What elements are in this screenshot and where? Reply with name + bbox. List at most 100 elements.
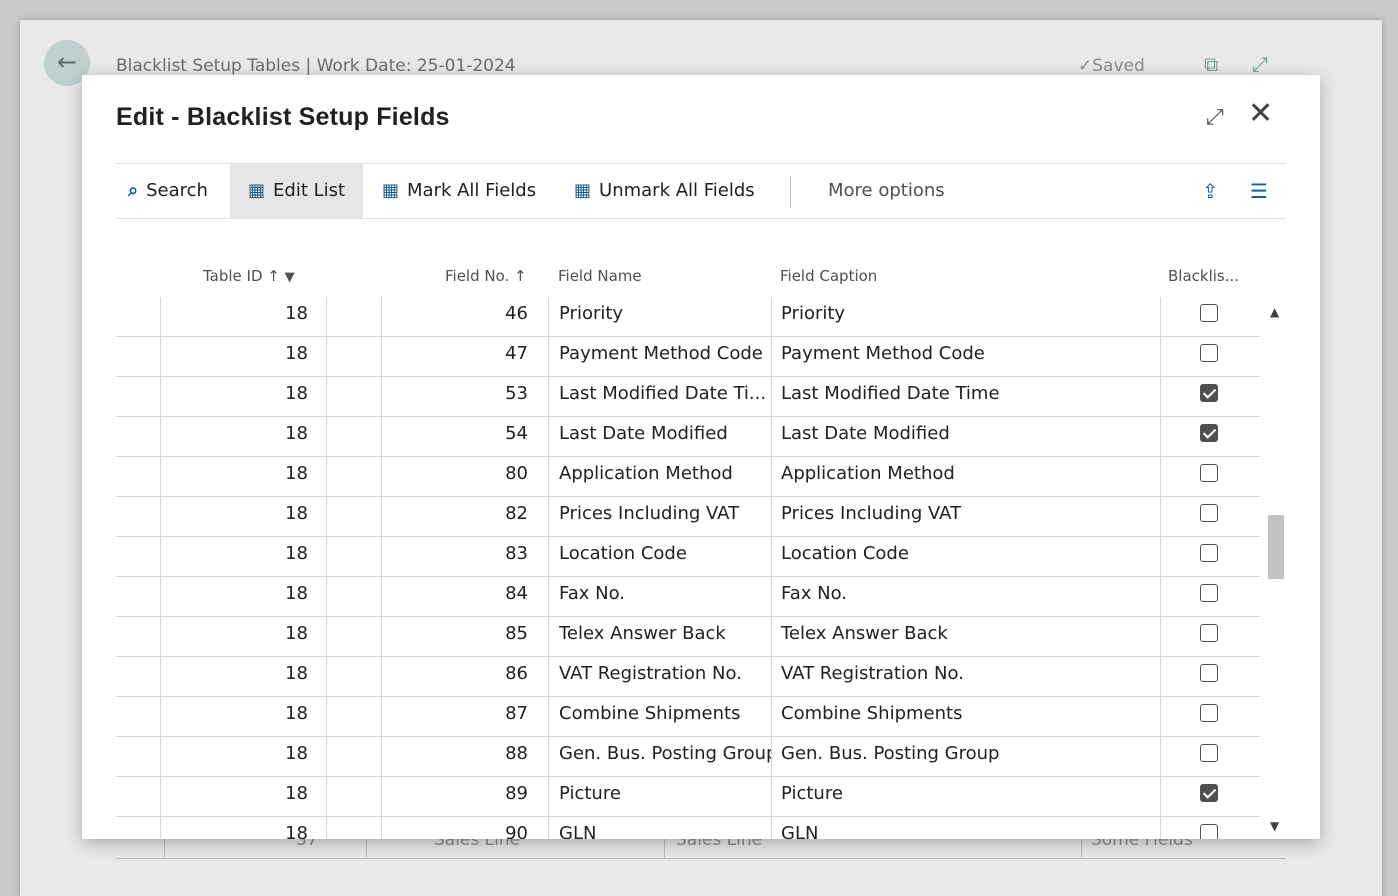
field-no-cell[interactable]: 86 <box>382 657 528 696</box>
field-caption-cell[interactable]: Telex Answer Back <box>781 617 1151 656</box>
table-row[interactable]: 18 86 VAT Registration No. VAT Registration… <box>116 657 1260 697</box>
column-header-field-caption[interactable]: Field Caption <box>780 267 877 285</box>
table-id-cell[interactable]: 18 <box>160 537 308 576</box>
table-id-cell[interactable]: 18 <box>160 737 308 776</box>
column-header-field-no[interactable]: Field No. ↑ <box>445 267 527 285</box>
column-header-field-name[interactable]: Field Name <box>558 267 642 285</box>
field-caption-cell[interactable]: Prices Including VAT <box>781 497 1151 536</box>
blacklisted-checkbox[interactable] <box>1200 784 1218 802</box>
field-caption-cell[interactable]: Last Date Modified <box>781 417 1151 456</box>
table-id-cell[interactable]: 18 <box>160 297 308 336</box>
blacklisted-checkbox[interactable] <box>1200 344 1218 362</box>
list-view-icon[interactable]: ☰ <box>1250 164 1268 218</box>
unmark-all-fields-button[interactable]: ▦ Unmark All Fields <box>574 164 755 218</box>
blacklisted-checkbox[interactable] <box>1200 384 1218 402</box>
table-id-cell[interactable]: 18 <box>160 337 308 376</box>
more-options-button[interactable]: More options <box>828 164 945 218</box>
field-name-cell[interactable]: Application Method <box>559 457 771 496</box>
field-name-cell[interactable]: Location Code <box>559 537 771 576</box>
field-name-cell[interactable]: VAT Registration No. <box>559 657 771 696</box>
field-no-cell[interactable]: 47 <box>382 337 528 376</box>
table-id-cell[interactable]: 18 <box>160 817 308 839</box>
field-caption-cell[interactable]: GLN <box>781 817 1151 839</box>
scroll-down-icon[interactable]: ▼ <box>1270 819 1279 833</box>
table-row[interactable]: 18 90 GLN GLN <box>116 817 1260 839</box>
search-button[interactable]: ⌕ Search <box>128 164 208 218</box>
table-row[interactable]: 18 46 Priority Priority <box>116 297 1260 337</box>
blacklisted-checkbox[interactable] <box>1200 464 1218 482</box>
field-no-cell[interactable]: 88 <box>382 737 528 776</box>
table-row[interactable]: 18 54 Last Date Modified Last Date Modified <box>116 417 1260 457</box>
field-name-cell[interactable]: Gen. Bus. Posting Group <box>559 737 771 776</box>
blacklisted-checkbox[interactable] <box>1200 624 1218 642</box>
table-id-cell[interactable]: 18 <box>160 657 308 696</box>
field-no-cell[interactable]: 53 <box>382 377 528 416</box>
field-name-cell[interactable]: Last Date Modified <box>559 417 771 456</box>
field-caption-cell[interactable]: Last Modified Date Time <box>781 377 1151 416</box>
field-name-cell[interactable]: Prices Including VAT <box>559 497 771 536</box>
table-id-cell[interactable]: 18 <box>160 457 308 496</box>
open-in-new-window-icon[interactable]: ⧉ <box>1204 52 1218 76</box>
field-caption-cell[interactable]: Combine Shipments <box>781 697 1151 736</box>
share-icon[interactable]: ⇪ <box>1202 164 1219 218</box>
field-no-cell[interactable]: 89 <box>382 777 528 816</box>
edit-list-button[interactable]: ▦ Edit List <box>230 164 364 218</box>
field-caption-cell[interactable]: Payment Method Code <box>781 337 1151 376</box>
field-name-cell[interactable]: Combine Shipments <box>559 697 771 736</box>
table-row[interactable]: 18 83 Location Code Location Code <box>116 537 1260 577</box>
field-name-cell[interactable]: Payment Method Code <box>559 337 771 376</box>
table-id-cell[interactable]: 18 <box>160 377 308 416</box>
field-caption-cell[interactable]: VAT Registration No. <box>781 657 1151 696</box>
blacklisted-checkbox[interactable] <box>1200 544 1218 562</box>
blacklisted-checkbox[interactable] <box>1200 504 1218 522</box>
field-name-cell[interactable]: Picture <box>559 777 771 816</box>
field-caption-cell[interactable]: Location Code <box>781 537 1151 576</box>
field-no-cell[interactable]: 46 <box>382 297 528 336</box>
field-caption-cell[interactable]: Application Method <box>781 457 1151 496</box>
table-row[interactable]: 18 85 Telex Answer Back Telex Answer Back <box>116 617 1260 657</box>
table-row[interactable]: 18 47 Payment Method Code Payment Method Co… <box>116 337 1260 377</box>
scroll-up-icon[interactable]: ▲ <box>1270 305 1279 319</box>
field-name-cell[interactable]: GLN <box>559 817 771 839</box>
table-row[interactable]: 18 80 Application Method Application Method <box>116 457 1260 497</box>
field-caption-cell[interactable]: Gen. Bus. Posting Group <box>781 737 1151 776</box>
column-header-table-id[interactable]: Table ID ↑ ▼ <box>203 267 295 285</box>
field-caption-cell[interactable]: Picture <box>781 777 1151 816</box>
blacklisted-checkbox[interactable] <box>1200 584 1218 602</box>
blacklisted-checkbox[interactable] <box>1200 744 1218 762</box>
blacklisted-checkbox[interactable] <box>1200 704 1218 722</box>
field-no-cell[interactable]: 83 <box>382 537 528 576</box>
table-id-cell[interactable]: 18 <box>160 617 308 656</box>
table-row[interactable]: 18 88 Gen. Bus. Posting Group Gen. Bus. Pos… <box>116 737 1260 777</box>
table-id-cell[interactable]: 18 <box>160 577 308 616</box>
field-no-cell[interactable]: 82 <box>382 497 528 536</box>
table-row[interactable]: 18 89 Picture Picture <box>116 777 1260 817</box>
table-id-cell[interactable]: 18 <box>160 697 308 736</box>
scrollbar-thumb[interactable] <box>1268 515 1284 579</box>
field-caption-cell[interactable]: Fax No. <box>781 577 1151 616</box>
mark-all-fields-button[interactable]: ▦ Mark All Fields <box>382 164 536 218</box>
field-name-cell[interactable]: Last Modified Date Ti... <box>559 377 771 416</box>
field-no-cell[interactable]: 80 <box>382 457 528 496</box>
blacklisted-checkbox[interactable] <box>1200 664 1218 682</box>
field-no-cell[interactable]: 84 <box>382 577 528 616</box>
expand-icon[interactable]: ⤢ <box>1206 105 1224 130</box>
field-name-cell[interactable]: Telex Answer Back <box>559 617 771 656</box>
table-row[interactable]: 18 87 Combine Shipments Combine Shipments <box>116 697 1260 737</box>
table-row[interactable]: 18 53 Last Modified Date Ti... Last Modifie… <box>116 377 1260 417</box>
field-name-cell[interactable]: Fax No. <box>559 577 771 616</box>
field-no-cell[interactable]: 87 <box>382 697 528 736</box>
blacklisted-checkbox[interactable] <box>1200 304 1218 322</box>
field-name-cell[interactable]: Priority <box>559 297 771 336</box>
vertical-scrollbar[interactable]: ▲ ▼ <box>1266 297 1286 839</box>
table-row[interactable]: 18 82 Prices Including VAT Prices Including… <box>116 497 1260 537</box>
close-icon[interactable]: ✕ <box>1248 99 1273 129</box>
table-row[interactable]: 18 84 Fax No. Fax No. <box>116 577 1260 617</box>
blacklisted-checkbox[interactable] <box>1200 424 1218 442</box>
column-header-blacklisted[interactable]: Blacklis... <box>1168 267 1239 285</box>
field-no-cell[interactable]: 54 <box>382 417 528 456</box>
field-no-cell[interactable]: 85 <box>382 617 528 656</box>
background-expand-icon[interactable]: ⤢ <box>1252 52 1268 76</box>
table-id-cell[interactable]: 18 <box>160 777 308 816</box>
blacklisted-checkbox[interactable] <box>1200 824 1218 839</box>
